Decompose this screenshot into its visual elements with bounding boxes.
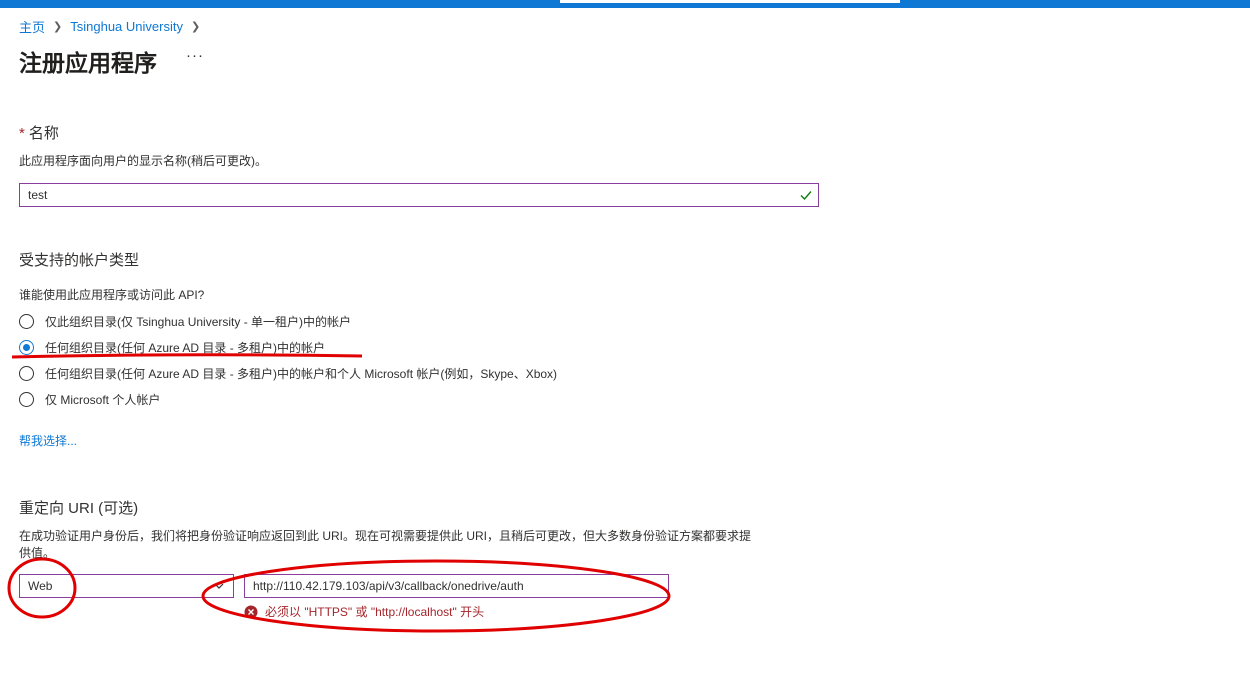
redirect-uri-help-line2: 供值。 [19,546,56,560]
account-types-heading: 受支持的帐户类型 [19,252,140,269]
radio-button[interactable] [19,314,34,329]
account-types-question: 谁能使用此应用程序或访问此 API? [19,288,205,302]
radio-button[interactable] [19,366,34,381]
page-title: 注册应用程序 [19,50,157,76]
redirect-uri-input[interactable] [245,578,665,594]
platform-select-value: Web [28,579,53,593]
account-type-option-multi-tenant-personal[interactable]: 任何组织目录(任何 Azure AD 目录 - 多租户)中的帐户和个人 Micr… [19,365,557,382]
more-options-button[interactable]: ··· [186,47,204,64]
name-help-text: 此应用程序面向用户的显示名称(稍后可更改)。 [19,154,267,168]
platform-select[interactable]: Web [19,574,234,598]
redirect-uri-input-box [244,574,669,598]
breadcrumb-home[interactable]: 主页 [19,17,45,36]
check-icon [800,191,812,201]
account-type-option-personal-only[interactable]: 仅 Microsoft 个人帐户 [19,391,160,408]
chevron-down-icon [214,583,224,589]
help-me-choose-link[interactable]: 帮我选择... [19,432,77,449]
name-input-box [19,183,819,207]
radio-button-selected[interactable] [19,340,34,355]
top-accent-bar [0,0,1250,8]
redirect-uri-error: 必须以 "HTTPS" 或 "http://localhost" 开头 [244,603,484,620]
name-input[interactable] [20,187,790,203]
breadcrumb-tenant[interactable]: Tsinghua University [70,19,183,34]
redirect-uri-heading: 重定向 URI (可选) [19,500,139,517]
account-type-option-multi-tenant[interactable]: 任何组织目录(任何 Azure AD 目录 - 多租户)中的帐户 [19,339,325,356]
chevron-right-icon: ❯ [53,21,63,33]
breadcrumb: 主页 ❯ Tsinghua University ❯ [19,17,208,36]
account-type-option-single-tenant[interactable]: 仅此组织目录(仅 Tsinghua University - 单一租户)中的帐户 [19,313,351,330]
error-icon [244,605,258,618]
radio-button[interactable] [19,392,34,407]
required-mark: * [19,125,25,142]
error-message: 必须以 "HTTPS" 或 "http://localhost" 开头 [265,605,485,619]
name-label: * 名称 [19,125,59,142]
redirect-uri-help-line1: 在成功验证用户身份后，我们将把身份验证响应返回到此 URI。现在可视需要提供此 … [19,529,752,543]
chevron-right-icon: ❯ [190,21,201,33]
